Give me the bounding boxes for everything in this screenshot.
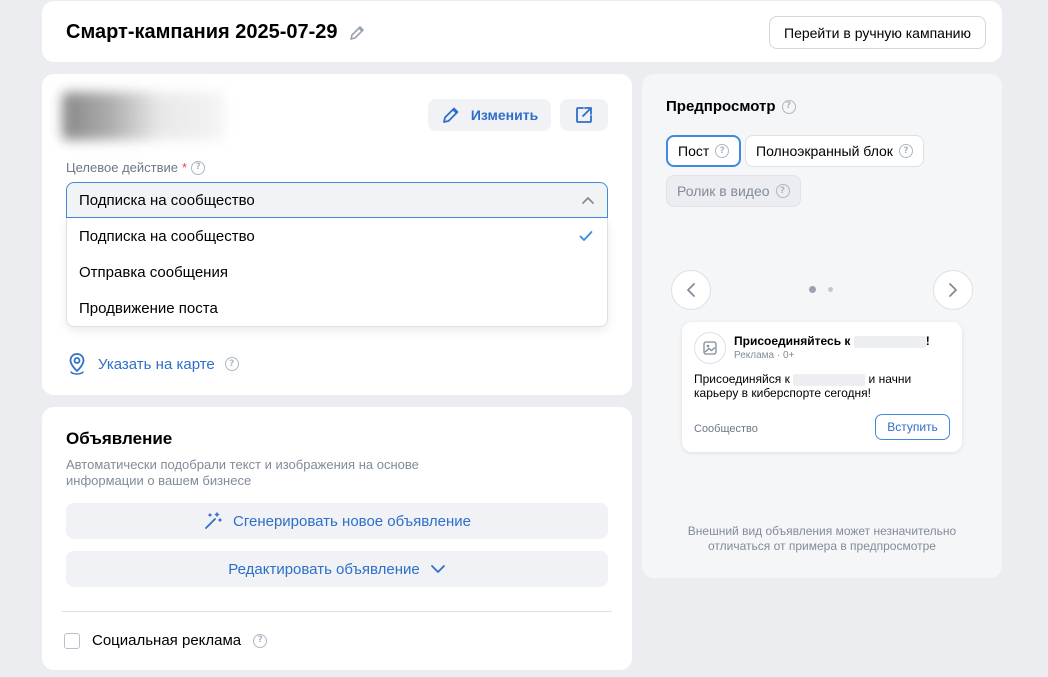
preview-disclaimer: Внешний вид объявления может незначитель… (687, 524, 957, 553)
chevron-down-icon (430, 565, 445, 573)
specify-on-map-link[interactable]: Указать на карте ? (66, 352, 239, 376)
dropdown-option-label: Продвижение поста (79, 299, 218, 317)
target-action-label: Целевое действие * ? (66, 160, 206, 175)
tab-fullscreen-label: Полноэкранный блок (756, 143, 893, 159)
social-ad-label: Социальная реклама (92, 632, 242, 649)
post-subline: Реклама · 0+ (734, 350, 795, 361)
external-link-icon (576, 107, 592, 123)
campaign-title: Смарт-кампания 2025-07-29 (66, 21, 338, 43)
community-avatar-blurred (62, 92, 224, 140)
carousel-dot[interactable] (828, 287, 833, 292)
ad-card: Объявление Автоматически подобрали текст… (42, 407, 632, 670)
dropdown-option[interactable]: Подписка на сообщество (67, 218, 607, 254)
preview-title: Предпросмотр ? (666, 98, 796, 115)
location-pin-icon (69, 353, 85, 375)
post-body: Присоединяйся к и начни карьеру в киберс… (694, 372, 950, 400)
chevron-left-icon (687, 283, 695, 297)
join-button[interactable]: Вступить (875, 414, 950, 440)
generate-new-ad-button[interactable]: Сгенерировать новое объявление (66, 503, 608, 539)
edit-community-button[interactable]: Изменить (428, 99, 551, 131)
target-action-selected-value: Подписка на сообщество (79, 191, 255, 209)
preview-panel: Предпросмотр ? Пост ? Полноэкранный блок… (642, 74, 1002, 578)
tab-post[interactable]: Пост ? (666, 135, 742, 167)
help-icon[interactable]: ? (224, 357, 239, 371)
help-icon[interactable]: ? (781, 99, 796, 114)
social-ad-checkbox[interactable] (64, 632, 80, 649)
target-action-select[interactable]: Подписка на сообщество (66, 182, 608, 218)
carousel-prev-button[interactable] (671, 270, 711, 310)
switch-to-manual-campaign-button[interactable]: Перейти в ручную кампанию (769, 16, 986, 49)
target-action-dropdown: Подписка на сообщество Отправка сообщени… (66, 218, 608, 327)
post-headline: Присоединяйтесь к ! (734, 334, 930, 348)
ad-section-title: Объявление (66, 429, 173, 448)
post-headline-prefix: Присоединяйтесь к (734, 334, 851, 348)
tab-video-roll[interactable]: Ролик в видео ? (666, 175, 801, 207)
target-action-label-text: Целевое действие (66, 160, 178, 175)
carousel-next-button[interactable] (933, 270, 973, 310)
ad-post-preview: Присоединяйтесь к ! Реклама · 0+ Присоед… (682, 322, 962, 452)
target-action-card: Изменить Целевое действие * ? Подписка н… (42, 74, 632, 395)
campaign-title-row: Смарт-кампания 2025-07-29 (66, 21, 366, 44)
post-avatar (694, 332, 726, 364)
dropdown-option[interactable]: Отправка сообщения (67, 254, 607, 290)
specify-on-map-label: Указать на карте (98, 355, 215, 373)
ad-section-description: Автоматически подобрали текст и изображе… (66, 457, 419, 488)
image-placeholder-icon (703, 341, 717, 355)
required-mark: * (182, 160, 188, 175)
dropdown-option-label: Отправка сообщения (79, 263, 228, 281)
dropdown-option-label: Подписка на сообщество (79, 227, 255, 245)
carousel-dot-active[interactable] (809, 286, 816, 293)
chevron-up-icon (582, 197, 594, 204)
edit-ad-label: Редактировать объявление (228, 560, 420, 578)
generate-new-ad-label: Сгенерировать новое объявление (233, 512, 471, 530)
help-icon[interactable]: ? (775, 184, 790, 198)
help-icon[interactable]: ? (191, 160, 206, 175)
help-icon[interactable]: ? (253, 633, 268, 648)
help-icon[interactable]: ? (715, 144, 730, 158)
preview-title-text: Предпросмотр (666, 98, 776, 115)
campaign-header: Смарт-кампания 2025-07-29 Перейти в ручн… (42, 1, 1002, 62)
tab-video-label: Ролик в видео (677, 183, 770, 199)
edit-community-label: Изменить (470, 107, 539, 123)
divider (62, 611, 612, 612)
post-footer: Сообщество (694, 423, 758, 435)
magic-wand-icon (205, 512, 222, 529)
redacted-name (793, 373, 866, 386)
dropdown-option[interactable]: Продвижение поста (67, 290, 607, 326)
open-external-button[interactable] (560, 99, 608, 131)
edit-title-pencil-icon[interactable] (348, 24, 366, 42)
checkmark-icon (579, 231, 593, 241)
pencil-icon (442, 107, 459, 123)
edit-ad-button[interactable]: Редактировать объявление (66, 551, 608, 587)
tab-post-label: Пост (678, 143, 710, 159)
social-ad-row[interactable]: Социальная реклама ? (64, 632, 268, 649)
post-headline-suffix: ! (925, 334, 930, 348)
chevron-right-icon (949, 283, 957, 297)
post-body-prefix: Присоединяйся к (694, 372, 790, 386)
tab-fullscreen-block[interactable]: Полноэкранный блок ? (745, 135, 924, 167)
redacted-name (853, 335, 926, 348)
help-icon[interactable]: ? (898, 144, 913, 158)
